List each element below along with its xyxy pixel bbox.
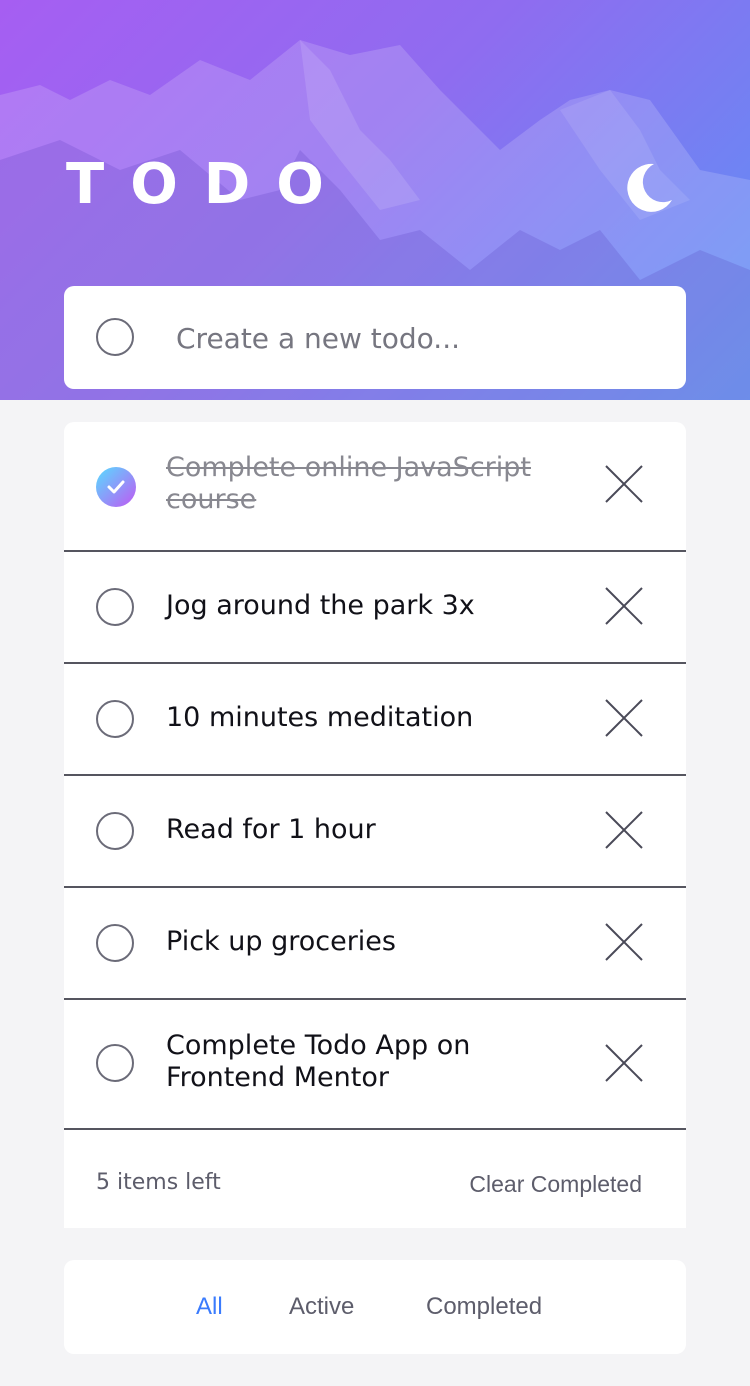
todo-checkbox[interactable] — [96, 588, 134, 626]
delete-button[interactable] — [604, 810, 644, 850]
clear-completed-button[interactable]: Clear Completed — [469, 1171, 642, 1198]
todo-item: Read for 1 hour — [64, 776, 686, 888]
todo-text[interactable]: Pick up groceries — [166, 926, 566, 958]
app-title: TODO — [66, 152, 350, 217]
todo-checkbox[interactable] — [96, 924, 134, 962]
close-icon — [605, 465, 643, 503]
new-todo-checkbox[interactable] — [96, 318, 134, 356]
todo-item: Jog around the park 3x — [64, 552, 686, 664]
close-icon — [605, 699, 643, 737]
delete-button[interactable] — [604, 922, 644, 962]
todo-text[interactable]: Complete Todo App on Frontend Mentor — [166, 1030, 566, 1094]
todo-checkbox[interactable] — [96, 1044, 134, 1082]
new-todo-input[interactable] — [176, 310, 656, 366]
todo-text[interactable]: Jog around the park 3x — [166, 590, 566, 622]
delete-button[interactable] — [604, 698, 644, 738]
filter-all-button[interactable]: All — [196, 1293, 223, 1321]
todo-text: Complete online JavaScript course — [166, 452, 531, 515]
todo-item: Complete Todo App on Frontend Mentor — [64, 1000, 686, 1130]
close-icon — [605, 923, 643, 961]
close-icon — [605, 587, 643, 625]
filter-bar: All Active Completed — [64, 1260, 686, 1354]
list-footer: 5 items left Clear Completed — [64, 1130, 686, 1228]
todo-checkbox[interactable] — [96, 700, 134, 738]
check-icon — [107, 480, 125, 494]
header-background: TODO — [0, 0, 750, 400]
new-todo-card — [64, 286, 686, 389]
theme-toggle-button[interactable] — [620, 160, 676, 216]
moon-icon — [627, 163, 672, 212]
todo-item: 10 minutes meditation — [64, 664, 686, 776]
completed-checkbox[interactable] — [96, 467, 136, 507]
delete-button[interactable] — [604, 1043, 644, 1083]
todo-checkbox[interactable] — [96, 812, 134, 850]
delete-button[interactable] — [604, 586, 644, 626]
todo-item: Pick up groceries — [64, 888, 686, 1000]
close-icon — [605, 1044, 643, 1082]
delete-button[interactable] — [604, 464, 644, 504]
filter-completed-button[interactable]: Completed — [426, 1293, 542, 1321]
todo-text[interactable]: Read for 1 hour — [166, 814, 566, 846]
filter-active-button[interactable]: Active — [289, 1293, 354, 1321]
items-left-count: 5 items left — [96, 1170, 221, 1195]
todo-item: Complete online JavaScript course — [64, 422, 686, 552]
close-icon — [605, 811, 643, 849]
todo-list: Complete online JavaScript course Jog ar… — [64, 422, 686, 1228]
todo-text[interactable]: 10 minutes meditation — [166, 702, 566, 734]
